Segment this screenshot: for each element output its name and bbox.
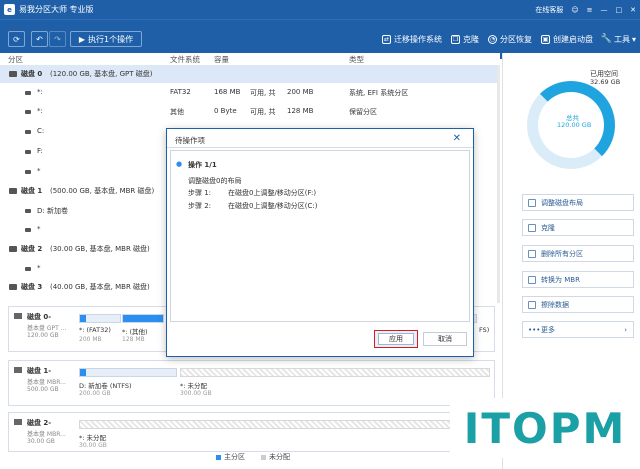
title-bar: e 易我分区大师 专业版 在线客服 ☺ ≡ — □ ✕ bbox=[0, 0, 640, 19]
tools-icon: 🔧 bbox=[600, 34, 613, 44]
online-help-link[interactable]: 在线客服 bbox=[535, 5, 563, 15]
pending-operations-dialog: 待操作项 ✕ ● 操作 1/1 调整磁盘0的布局 步骤 1: 在磁盘0上调整/移… bbox=[166, 128, 474, 357]
convert-mbr-button[interactable]: 转换为 MBR bbox=[522, 271, 634, 288]
clone-disk-button[interactable]: 克隆 bbox=[522, 219, 634, 236]
table-row[interactable]: *: 其他 0 Byte 可用, 共 128 MB 保留分区 bbox=[0, 103, 497, 121]
migrate-os-button[interactable]: ⇄ 迁移操作系统 bbox=[381, 34, 442, 45]
operation-desc: 调整磁盘0的布局 bbox=[188, 177, 242, 185]
legend-swatch bbox=[261, 454, 266, 460]
unallocated-bar[interactable] bbox=[79, 420, 479, 429]
refresh-button[interactable]: ⟳ bbox=[8, 31, 25, 47]
convert-icon bbox=[528, 276, 536, 284]
legend-primary: 主分区 bbox=[216, 452, 245, 462]
table-row[interactable]: *: FAT32 168 MB 可用, 共 200 MB 系统, EFI 系统分… bbox=[0, 84, 497, 102]
redo-button[interactable]: ↷ bbox=[49, 31, 66, 47]
more-icon: ••• bbox=[528, 326, 541, 334]
table-row[interactable]: 磁盘 0 (120.00 GB, 基本盘, GPT 磁盘) bbox=[0, 65, 497, 83]
partition-icon bbox=[25, 170, 31, 174]
partition-bar[interactable] bbox=[122, 314, 164, 323]
column-capacity[interactable]: 容量 bbox=[214, 54, 229, 65]
table-header: 分区 文件系统 容量 类型 bbox=[0, 53, 500, 65]
dialog-title: 待操作项 bbox=[175, 136, 205, 145]
wipe-data-button[interactable]: 擦除数据 bbox=[522, 296, 634, 313]
step-text: 在磁盘0上调整/移动分区(C:) bbox=[228, 202, 318, 210]
apply-button[interactable]: 应用 bbox=[378, 333, 414, 345]
column-type[interactable]: 类型 bbox=[349, 54, 364, 65]
chevron-right-icon: › bbox=[624, 325, 627, 334]
tools-button[interactable]: 🔧 工具 ▾ bbox=[600, 34, 636, 45]
total-value: 120.00 GB bbox=[557, 121, 592, 129]
disk-icon bbox=[14, 367, 22, 373]
bullet-icon: ● bbox=[176, 160, 183, 168]
divider bbox=[167, 147, 473, 148]
disk-icon bbox=[9, 284, 17, 290]
redo-icon: ↷ bbox=[54, 34, 61, 44]
more-button[interactable]: ••• 更多 › bbox=[522, 321, 634, 338]
partition-icon bbox=[25, 150, 31, 154]
app-title: 易我分区大师 专业版 bbox=[19, 5, 94, 14]
partition-recovery-button[interactable]: ◔ 分区恢复 bbox=[487, 34, 532, 45]
partition-recovery-icon: ◔ bbox=[487, 34, 497, 44]
partition-bar[interactable] bbox=[79, 368, 177, 377]
legend-unallocated: 未分配 bbox=[261, 452, 290, 462]
partition-icon bbox=[25, 91, 31, 95]
bootable-media-icon: ▣ bbox=[540, 34, 550, 44]
cancel-button[interactable]: 取消 bbox=[423, 332, 467, 346]
step-label: 步骤 1: bbox=[188, 189, 212, 197]
delete-all-icon bbox=[528, 250, 536, 258]
legend-swatch bbox=[216, 454, 221, 460]
unallocated-bar[interactable] bbox=[180, 368, 490, 377]
watermark-logo: ITOPM bbox=[450, 398, 640, 458]
wipe-icon bbox=[528, 301, 536, 309]
used-space-value: 32.69 GB bbox=[590, 78, 621, 86]
menu-icon[interactable]: ≡ bbox=[587, 6, 593, 14]
user-icon[interactable]: ☺ bbox=[571, 6, 578, 14]
close-icon[interactable]: ✕ bbox=[453, 133, 461, 144]
execute-button[interactable]: ▶ 执行1个操作 bbox=[70, 31, 142, 47]
apply-button-highlight: 应用 bbox=[374, 330, 418, 348]
minimize-icon[interactable]: — bbox=[601, 6, 608, 14]
adjust-layout-icon bbox=[528, 199, 536, 207]
clone-button[interactable]: ❐ 克隆 bbox=[450, 34, 479, 45]
step-label: 步骤 2: bbox=[188, 202, 212, 210]
disk-map-card[interactable]: 磁盘 1- 基本盘 MBR... 500.00 GB D: 新加卷 (NTFS)… bbox=[8, 360, 495, 406]
chevron-down-icon: ▾ bbox=[631, 34, 636, 44]
play-icon: ▶ bbox=[78, 34, 86, 44]
clone-icon bbox=[528, 224, 536, 232]
column-filesystem[interactable]: 文件系统 bbox=[170, 54, 200, 65]
bootable-media-button[interactable]: ▣ 创建启动盘 bbox=[540, 34, 593, 45]
disk-icon bbox=[9, 188, 17, 194]
partition-icon bbox=[25, 267, 31, 271]
undo-button[interactable]: ↶ bbox=[31, 31, 48, 47]
delete-all-button[interactable]: 删除所有分区 bbox=[522, 245, 634, 262]
maximize-icon[interactable]: □ bbox=[616, 6, 623, 14]
partition-bar[interactable] bbox=[79, 314, 121, 323]
app-logo-icon: e bbox=[4, 4, 15, 15]
partition-icon bbox=[25, 228, 31, 232]
close-icon[interactable]: ✕ bbox=[630, 6, 636, 14]
operation-header: 操作 1/1 bbox=[188, 161, 217, 169]
undo-icon: ↶ bbox=[36, 34, 43, 44]
operations-list: ● 操作 1/1 调整磁盘0的布局 步骤 1: 在磁盘0上调整/移动分区(F:)… bbox=[170, 150, 470, 322]
execute-label: 执行1个操作 bbox=[88, 34, 134, 44]
partition-icon bbox=[25, 110, 31, 114]
disk-icon bbox=[14, 419, 22, 425]
table-scrollbar[interactable] bbox=[497, 65, 500, 303]
clone-icon: ❐ bbox=[450, 34, 460, 44]
disk-icon bbox=[14, 313, 22, 319]
column-partition[interactable]: 分区 bbox=[8, 54, 23, 65]
partition-icon bbox=[25, 209, 31, 213]
migrate-os-icon: ⇄ bbox=[381, 34, 391, 44]
disk-icon bbox=[9, 71, 17, 77]
disk-icon bbox=[9, 246, 17, 252]
partition-icon bbox=[25, 130, 31, 134]
adjust-layout-button[interactable]: 调整磁盘布局 bbox=[522, 194, 634, 211]
disk-map-card[interactable]: 磁盘 2- 基本盘 MBR... 30.00 GB *: 未分配 30.00 G… bbox=[8, 412, 495, 452]
step-text: 在磁盘0上调整/移动分区(F:) bbox=[228, 189, 317, 197]
refresh-icon: ⟳ bbox=[13, 34, 20, 44]
